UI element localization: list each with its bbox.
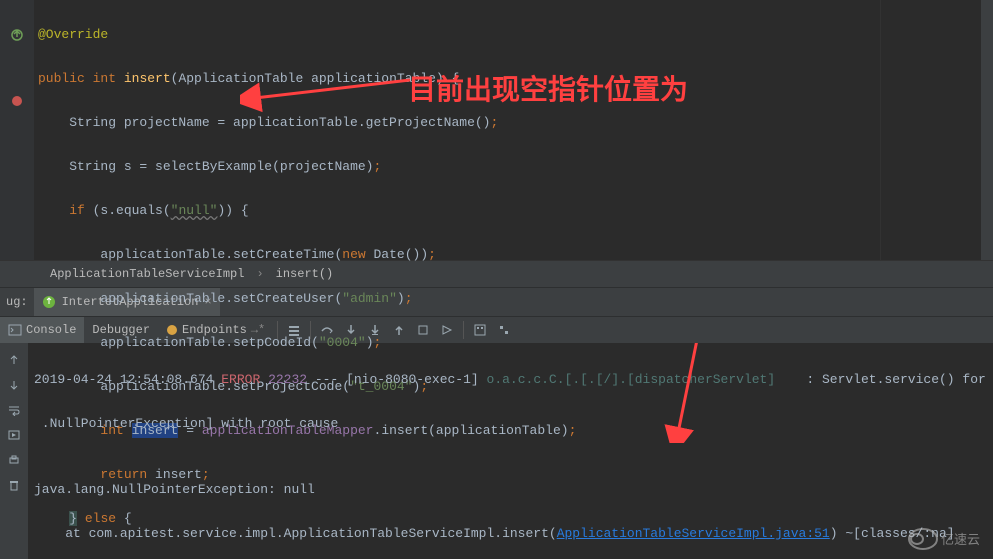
scroll-to-end-icon[interactable] xyxy=(0,422,28,447)
log-pid: 22232 xyxy=(268,372,307,387)
debug-label: ug: xyxy=(0,295,34,309)
params: (ApplicationTable applicationTable) xyxy=(171,71,444,86)
log-thread: --- [nio-8080-exec-1] xyxy=(307,372,486,387)
console-panel: ⊟2019-04-24 12:54:08.674 ERROR 22232 ---… xyxy=(0,343,993,559)
indent xyxy=(38,203,69,218)
gutter-blank xyxy=(0,2,34,24)
parens: )) xyxy=(217,203,233,218)
console-icon xyxy=(8,323,22,337)
stack-frame: at com.apitest.service.impl.ApplicationT… xyxy=(34,526,557,541)
parens: () xyxy=(475,115,491,130)
kw-if: if xyxy=(69,203,92,218)
brace: { xyxy=(241,203,249,218)
paren: ( xyxy=(163,203,171,218)
method-selectByExample: selectByExample xyxy=(155,159,272,174)
code-editor[interactable]: @Override public int insert(ApplicationT… xyxy=(0,0,993,260)
semi: ; xyxy=(490,115,498,130)
space xyxy=(260,372,268,387)
string-admin: "admin" xyxy=(342,291,397,306)
console-output[interactable]: ⊟2019-04-24 12:54:08.674 ERROR 22232 ---… xyxy=(28,343,993,559)
minimap[interactable] xyxy=(880,0,981,260)
string-null: "null" xyxy=(171,203,218,218)
annotation-override: @Override xyxy=(38,27,108,42)
exception-header: java.lang.NullPointerException: null xyxy=(34,482,315,497)
annotation-text: 目前出现空指针位置为 xyxy=(408,68,688,108)
paren: ) xyxy=(397,291,405,306)
parens: (projectName) xyxy=(272,159,373,174)
log-line: .NullPointerException] with root cause xyxy=(34,416,338,431)
semi: ; xyxy=(428,247,436,262)
type-Date: Date xyxy=(374,247,405,262)
semi: ; xyxy=(405,291,413,306)
method-equals: equals xyxy=(116,203,163,218)
method-getProjectName: getProjectName xyxy=(366,115,475,130)
stack-link[interactable]: ApplicationTableServiceImpl.java:51 xyxy=(557,526,830,541)
method-setCreateTime: setCreateTime xyxy=(233,247,334,262)
method-setCreateUser: setCreateUser xyxy=(233,291,334,306)
gutter-blank xyxy=(0,68,34,90)
watermark: 亿速云 xyxy=(905,525,985,553)
kw-new: new xyxy=(342,247,373,262)
vertical-scrollbar[interactable] xyxy=(981,0,993,260)
breakpoint-icon[interactable] xyxy=(0,90,34,112)
log-timestamp: 2019-04-24 12:54:08.674 xyxy=(34,372,221,387)
code-text: applicationTable. xyxy=(38,247,233,262)
print-icon[interactable] xyxy=(0,447,28,472)
soft-wrap-icon[interactable] xyxy=(0,397,28,422)
code-text: String s = xyxy=(38,159,155,174)
scroll-down-icon[interactable] xyxy=(0,372,28,397)
console-gutter xyxy=(0,343,28,559)
log-msg: : Servlet.service() for servlet [disp xyxy=(775,372,993,387)
log-logger: o.a.c.c.C.[.[.[/].[dispatcherServlet] xyxy=(487,372,776,387)
clear-icon[interactable] xyxy=(0,472,28,497)
code-text: String projectName = applicationTable. xyxy=(38,115,366,130)
scroll-up-icon[interactable] xyxy=(0,347,28,372)
code-text: (s. xyxy=(93,203,116,218)
kw-int: int xyxy=(93,71,116,86)
override-gutter-icon[interactable] xyxy=(0,24,34,46)
code-content[interactable]: @Override public int insert(ApplicationT… xyxy=(34,0,993,260)
gutter-blank xyxy=(0,46,34,68)
parens: ()) xyxy=(405,247,428,262)
svg-text:亿速云: 亿速云 xyxy=(941,532,980,547)
semi: ; xyxy=(373,159,381,174)
code-text: applicationTable. xyxy=(38,291,233,306)
log-level-error: ERROR xyxy=(221,372,260,387)
kw-public: public xyxy=(38,71,85,86)
method-insert: insert xyxy=(124,71,171,86)
editor-gutter xyxy=(0,0,34,260)
